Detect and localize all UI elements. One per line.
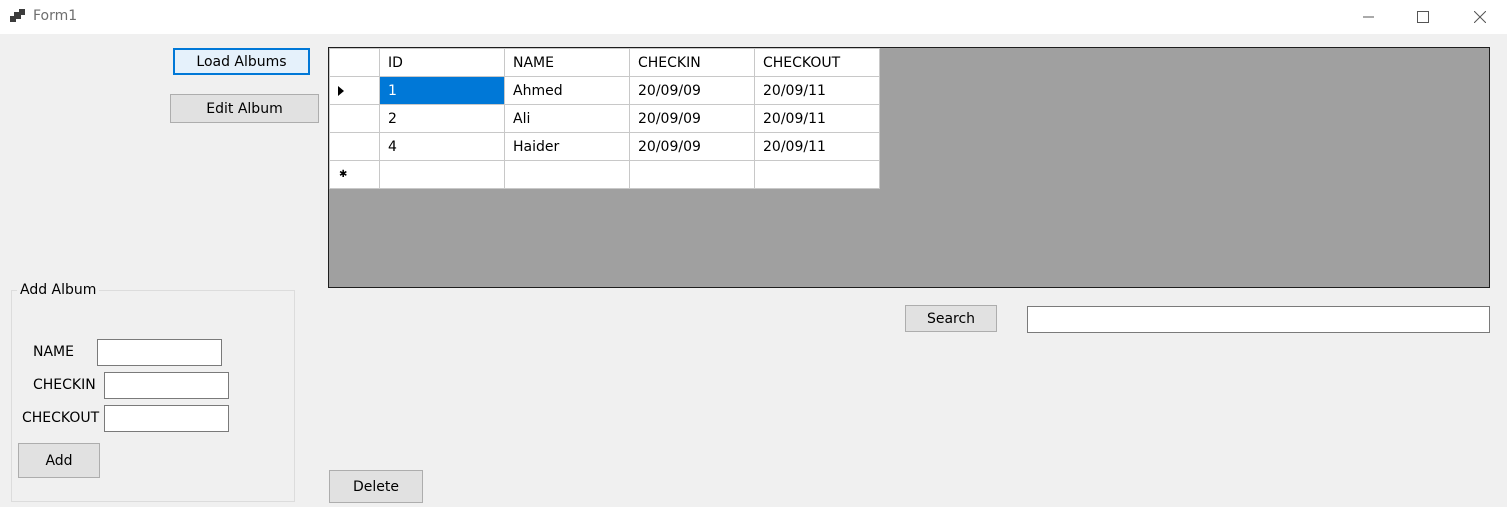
- cell-name[interactable]: Ali: [504, 104, 630, 133]
- current-row-arrow-icon: [338, 85, 344, 96]
- cell-id[interactable]: 1: [379, 76, 505, 105]
- cell-id[interactable]: 4: [379, 132, 505, 161]
- cell-name[interactable]: Ahmed: [504, 76, 630, 105]
- title-bar: Form1: [0, 0, 1507, 34]
- name-label: NAME: [33, 344, 74, 360]
- cell-checkin[interactable]: 20/09/09: [629, 76, 755, 105]
- add-button[interactable]: Add: [18, 443, 100, 478]
- new-row[interactable]: ✱: [329, 160, 880, 189]
- close-icon: [1474, 11, 1486, 23]
- app-icon: [10, 9, 26, 25]
- header-row: ID NAME CHECKIN CHECKOUT: [329, 48, 880, 77]
- albums-table: ID NAME CHECKIN CHECKOUT 1 Ahmed 20/09/0…: [329, 48, 880, 189]
- cell-id[interactable]: [379, 160, 505, 189]
- add-album-group-title: Add Album: [17, 282, 100, 298]
- cell-id[interactable]: 2: [379, 104, 505, 133]
- name-field[interactable]: [97, 339, 222, 366]
- albums-datagrid[interactable]: ID NAME CHECKIN CHECKOUT 1 Ahmed 20/09/0…: [328, 47, 1490, 288]
- table-row[interactable]: 4 Haider 20/09/09 20/09/11: [329, 132, 880, 161]
- minimize-icon: [1363, 16, 1374, 18]
- cell-name[interactable]: Haider: [504, 132, 630, 161]
- cell-checkout[interactable]: 20/09/11: [754, 132, 880, 161]
- edit-album-button[interactable]: Edit Album: [170, 94, 319, 123]
- search-button[interactable]: Search: [905, 305, 997, 332]
- checkout-field[interactable]: [104, 405, 229, 432]
- row-header[interactable]: [329, 76, 380, 105]
- row-header[interactable]: ✱: [329, 160, 380, 189]
- column-header-id[interactable]: ID: [379, 48, 505, 77]
- window-title: Form1: [33, 8, 78, 24]
- delete-button[interactable]: Delete: [329, 470, 423, 503]
- cell-name[interactable]: [504, 160, 630, 189]
- table-row[interactable]: 1 Ahmed 20/09/09 20/09/11: [329, 76, 880, 105]
- column-header-name[interactable]: NAME: [504, 48, 630, 77]
- checkin-label: CHECKIN: [33, 377, 96, 393]
- cell-checkout[interactable]: 20/09/11: [754, 104, 880, 133]
- cell-checkin[interactable]: 20/09/09: [629, 104, 755, 133]
- checkin-field[interactable]: [104, 372, 229, 399]
- cell-checkout[interactable]: 20/09/11: [754, 76, 880, 105]
- new-row-star-icon: ✱: [339, 168, 348, 180]
- cell-checkin[interactable]: [629, 160, 755, 189]
- column-header-checkout[interactable]: CHECKOUT: [754, 48, 880, 77]
- row-header-corner[interactable]: [329, 48, 380, 77]
- maximize-button[interactable]: [1400, 0, 1446, 34]
- maximize-icon: [1417, 11, 1429, 23]
- row-header[interactable]: [329, 104, 380, 133]
- load-albums-button[interactable]: Load Albums: [173, 48, 310, 75]
- column-header-checkin[interactable]: CHECKIN: [629, 48, 755, 77]
- table-row[interactable]: 2 Ali 20/09/09 20/09/11: [329, 104, 880, 133]
- row-header[interactable]: [329, 132, 380, 161]
- cell-checkout[interactable]: [754, 160, 880, 189]
- close-button[interactable]: [1457, 0, 1503, 34]
- search-input[interactable]: [1027, 306, 1490, 333]
- minimize-button[interactable]: [1346, 0, 1392, 34]
- cell-checkin[interactable]: 20/09/09: [629, 132, 755, 161]
- checkout-label: CHECKOUT: [22, 410, 100, 426]
